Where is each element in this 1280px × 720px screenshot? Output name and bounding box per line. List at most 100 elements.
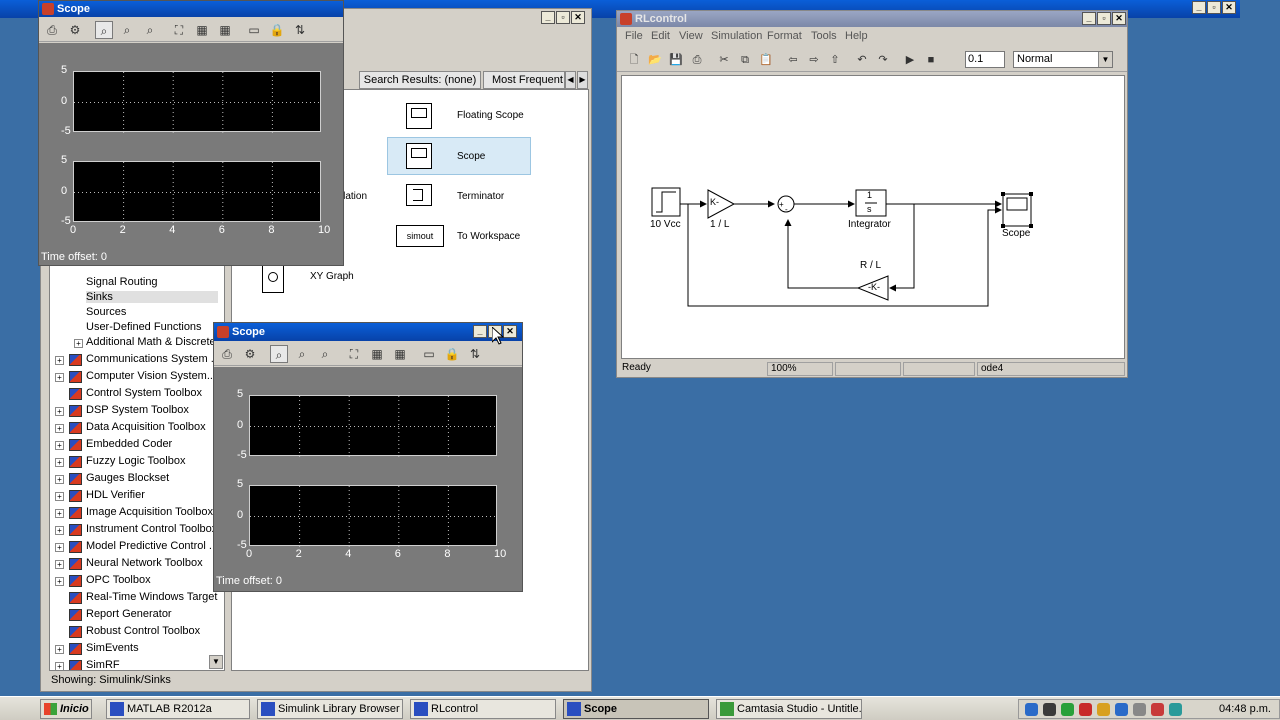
scope-small-close-button[interactable]: ✕: [503, 325, 517, 338]
redo-icon[interactable]: ↷: [874, 51, 892, 69]
tray-icon[interactable]: [1115, 703, 1128, 716]
expand-icon[interactable]: +: [55, 441, 64, 450]
scope-big-params-icon[interactable]: ⚙: [66, 21, 84, 39]
tree-item[interactable]: Neural Network Toolbox: [86, 557, 203, 569]
tree-item[interactable]: Data Acquisition Toolbox: [86, 421, 206, 433]
tree-item[interactable]: Gauges Blockset: [86, 472, 169, 484]
expand-icon[interactable]: +: [55, 407, 64, 416]
scope-small-select-signals-icon[interactable]: ⇅: [466, 345, 484, 363]
tray-icon[interactable]: [1025, 703, 1038, 716]
up-icon[interactable]: ⇧: [826, 51, 844, 69]
expand-icon[interactable]: +: [55, 356, 64, 365]
expand-icon[interactable]: +: [55, 475, 64, 484]
tree-item[interactable]: Fuzzy Logic Toolbox: [86, 455, 185, 467]
tree-item[interactable]: Additional Math & Discrete: [86, 336, 216, 348]
scope-small-autoscale-icon[interactable]: ⛶: [345, 345, 363, 363]
forward-icon[interactable]: ⇨: [805, 51, 823, 69]
scope-big-restore-axes-icon[interactable]: ▦: [216, 21, 234, 39]
copy-icon[interactable]: ⧉: [736, 51, 754, 69]
expand-icon[interactable]: +: [55, 560, 64, 569]
scope-big-float-icon[interactable]: ▭: [245, 21, 263, 39]
open-icon[interactable]: 📂: [646, 51, 664, 69]
scope-big-zoom-icon[interactable]: ⌕: [95, 21, 113, 39]
scope-small-minimize-button[interactable]: _: [473, 325, 487, 338]
tree-item[interactable]: HDL Verifier: [86, 489, 145, 501]
model-maximize-button[interactable]: ▫: [1097, 12, 1111, 25]
tree-item[interactable]: Communications System ...: [86, 353, 220, 365]
model-close-button[interactable]: ✕: [1112, 12, 1126, 25]
tree-item[interactable]: SimRF: [86, 659, 120, 670]
expand-icon[interactable]: +: [55, 492, 64, 501]
scope-big-zoom-y-icon[interactable]: ⌕: [141, 21, 159, 39]
new-icon[interactable]: 🗋: [625, 51, 643, 69]
tree-item[interactable]: Control System Toolbox: [86, 387, 202, 399]
expand-icon[interactable]: +: [55, 526, 64, 535]
start-button[interactable]: Inicio: [40, 699, 92, 719]
play-icon[interactable]: ▶: [901, 51, 919, 69]
tree-item[interactable]: Model Predictive Control ...: [86, 540, 218, 552]
tree-scrollbar-down-icon[interactable]: ▼: [209, 655, 223, 669]
menu-file[interactable]: File: [625, 30, 643, 42]
tree-item[interactable]: User-Defined Functions: [86, 321, 202, 333]
expand-icon[interactable]: +: [55, 373, 64, 382]
tab-scroll-left-icon[interactable]: ◀: [565, 71, 576, 89]
tree-item[interactable]: Real-Time Windows Target: [86, 591, 217, 603]
chevron-down-icon[interactable]: ▼: [1098, 52, 1112, 67]
tree-item[interactable]: Sinks: [86, 291, 218, 303]
terminator-block-icon[interactable]: [406, 184, 432, 206]
save-icon[interactable]: 💾: [667, 51, 685, 69]
expand-icon[interactable]: +: [55, 543, 64, 552]
menu-edit[interactable]: Edit: [651, 30, 670, 42]
scope-small-print-icon[interactable]: ⎙: [218, 345, 236, 363]
taskbar-task[interactable]: RLcontrol: [410, 699, 556, 719]
expand-icon[interactable]: +: [55, 424, 64, 433]
tree-item[interactable]: Signal Routing: [86, 276, 158, 288]
paste-icon[interactable]: 📋: [757, 51, 775, 69]
tray-icon[interactable]: [1043, 703, 1056, 716]
menu-format[interactable]: Format: [767, 30, 802, 42]
tree-item[interactable]: Sources: [86, 306, 126, 318]
tab-search-results[interactable]: Search Results: (none): [359, 71, 481, 89]
clock[interactable]: 04:48 p.m.: [1219, 703, 1271, 715]
bg-restore-button[interactable]: ▫: [1207, 1, 1221, 14]
tab-scroll-right-icon[interactable]: ▶: [577, 71, 588, 89]
model-titlebar[interactable]: RLcontrol: [617, 11, 1127, 27]
tree-item[interactable]: Image Acquisition Toolbox: [86, 506, 213, 518]
sim-mode-select[interactable]: Normal ▼: [1013, 51, 1113, 68]
scope-small-params-icon[interactable]: ⚙: [241, 345, 259, 363]
tray-icon[interactable]: [1151, 703, 1164, 716]
stop-time-input[interactable]: 0.1: [965, 51, 1005, 68]
stop-icon[interactable]: ■: [922, 51, 940, 69]
scope-big-print-icon[interactable]: ⎙: [43, 21, 61, 39]
model-canvas[interactable]: + - K- 1 s -K- 10 Vcc 1 / L Integrator R…: [621, 75, 1125, 359]
scope-block-icon[interactable]: [406, 143, 432, 169]
scope-big-select-signals-icon[interactable]: ⇅: [291, 21, 309, 39]
menu-view[interactable]: View: [679, 30, 703, 42]
scope-small-save-axes-icon[interactable]: ▦: [368, 345, 386, 363]
xy-graph-block-icon[interactable]: [262, 265, 284, 293]
tree-item[interactable]: Instrument Control Toolbox: [86, 523, 217, 535]
menu-simulation[interactable]: Simulation: [711, 30, 762, 42]
scope-small-lock-icon[interactable]: 🔒: [443, 345, 461, 363]
floating-scope-block-icon[interactable]: [406, 103, 432, 129]
scope-big-lock-icon[interactable]: 🔒: [268, 21, 286, 39]
taskbar-task[interactable]: Camtasia Studio - Untitle...: [716, 699, 862, 719]
lib-close-button[interactable]: ✕: [571, 11, 585, 24]
tree-item[interactable]: OPC Toolbox: [86, 574, 151, 586]
bg-minimize-button[interactable]: _: [1192, 1, 1206, 14]
taskbar-task[interactable]: MATLAB R2012a: [106, 699, 250, 719]
expand-icon[interactable]: +: [55, 577, 64, 586]
tree-item[interactable]: Robust Control Toolbox: [86, 625, 200, 637]
tree-item[interactable]: Embedded Coder: [86, 438, 172, 450]
expand-icon[interactable]: +: [74, 339, 83, 348]
tree-item[interactable]: Computer Vision System...: [86, 370, 216, 382]
expand-icon[interactable]: +: [55, 645, 64, 654]
bg-close-button[interactable]: ✕: [1222, 1, 1236, 14]
tab-most-frequent[interactable]: Most Frequent: [483, 71, 565, 89]
tree-item[interactable]: Report Generator: [86, 608, 172, 620]
scope-small-zoom-y-icon[interactable]: ⌕: [316, 345, 334, 363]
menu-help[interactable]: Help: [845, 30, 868, 42]
cut-icon[interactable]: ✂: [715, 51, 733, 69]
to-workspace-block-icon[interactable]: simout: [396, 225, 444, 247]
tray-icon[interactable]: [1079, 703, 1092, 716]
